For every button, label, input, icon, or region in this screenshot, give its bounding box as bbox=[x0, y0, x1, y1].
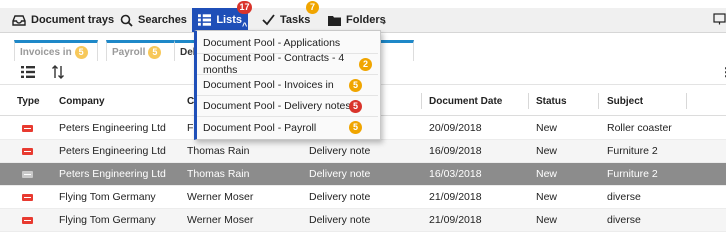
cell-contact: F bbox=[187, 122, 194, 134]
cell-status: New bbox=[536, 145, 558, 157]
cell-subject: diverse bbox=[607, 191, 641, 203]
cell-company: Peters Engineering Ltd bbox=[59, 122, 166, 134]
cell-contact: Thomas Rain bbox=[187, 168, 250, 180]
cell-status: New bbox=[536, 122, 558, 134]
folders-chevron-down-icon[interactable]: ⌄ bbox=[380, 16, 388, 27]
document-trays-label: Document trays bbox=[31, 14, 115, 26]
table-row[interactable]: Peters Engineering Ltd Thomas Rain Deliv… bbox=[0, 140, 726, 163]
menu-item-label: Document Pool - Delivery notes bbox=[203, 100, 351, 112]
cell-status: New bbox=[536, 191, 558, 203]
cell-company: Peters Engineering Ltd bbox=[59, 145, 166, 157]
cell-company: Flying Tom Germany bbox=[59, 191, 156, 203]
cell-contact: Werner Moser bbox=[187, 214, 254, 226]
cell-subject: Roller coaster bbox=[607, 122, 672, 134]
menu-item-applications[interactable]: Document Pool - Applications bbox=[197, 33, 378, 54]
cell-document-date: 21/09/2018 bbox=[429, 191, 482, 203]
cell-contact: Thomas Rain bbox=[187, 145, 250, 157]
tab-invoices-in[interactable]: Invoices in 5 bbox=[14, 40, 98, 61]
column-header-document-date[interactable]: Document Date bbox=[429, 87, 502, 115]
search-icon bbox=[120, 14, 133, 27]
folder-icon bbox=[328, 15, 341, 26]
pdf-icon bbox=[22, 124, 33, 132]
column-header-subject[interactable]: Subject bbox=[607, 87, 643, 115]
cell-document-type: Delivery note bbox=[309, 145, 371, 157]
menu-item-label: Document Pool - Contracts - 4 months bbox=[203, 52, 345, 76]
menu-item-label: Document Pool - Applications bbox=[203, 37, 341, 49]
document-trays-button[interactable]: Document trays bbox=[12, 8, 114, 32]
menu-item-label: Document Pool - Payroll bbox=[203, 121, 317, 134]
tab-label: Invoices in bbox=[20, 46, 72, 58]
tasks-label: Tasks bbox=[280, 14, 311, 26]
cell-document-type: Delivery note bbox=[309, 191, 371, 203]
list-icon bbox=[198, 14, 212, 26]
menu-item-badge: 5 bbox=[349, 79, 362, 92]
list-view-icon[interactable] bbox=[21, 66, 35, 78]
searches-button[interactable]: Searches bbox=[120, 8, 187, 32]
column-divider[interactable] bbox=[421, 93, 422, 109]
searches-label: Searches bbox=[138, 14, 187, 26]
checkmark-icon bbox=[262, 14, 275, 26]
lists-dropdown-menu: Document Pool - Applications Document Po… bbox=[194, 30, 381, 140]
tab-label: Payroll bbox=[112, 46, 146, 58]
cell-document-date: 16/03/2018 bbox=[429, 168, 482, 180]
pdf-icon bbox=[22, 147, 33, 155]
tasks-count-badge: 7 bbox=[306, 1, 319, 14]
pdf-icon bbox=[22, 170, 33, 178]
menu-item-badge: 2 bbox=[359, 58, 372, 71]
column-divider[interactable] bbox=[528, 93, 529, 109]
sort-icon[interactable] bbox=[52, 65, 64, 79]
cell-status: New bbox=[536, 214, 558, 226]
tray-icon bbox=[12, 15, 26, 26]
column-divider[interactable] bbox=[686, 93, 687, 109]
tasks-button[interactable]: Tasks 7 bbox=[262, 1, 319, 32]
menu-item-label: Document Pool - Invoices in bbox=[203, 79, 334, 91]
lists-count-badge: 17 bbox=[237, 1, 252, 14]
pdf-icon bbox=[22, 216, 33, 224]
more-options-icon[interactable]: ⋮ bbox=[720, 65, 726, 79]
cell-subject: diverse bbox=[607, 214, 641, 226]
cell-document-date: 16/09/2018 bbox=[429, 145, 482, 157]
tab-payroll[interactable]: Payroll 5 bbox=[106, 40, 178, 61]
table-row[interactable]: Flying Tom Germany Werner Moser Delivery… bbox=[0, 186, 726, 209]
column-divider[interactable] bbox=[598, 93, 599, 109]
menu-item-payroll[interactable]: Document Pool - Payroll 5 bbox=[197, 117, 378, 138]
cell-document-date: 20/09/2018 bbox=[429, 122, 482, 134]
tab-badge: 5 bbox=[148, 45, 162, 59]
cell-company: Peters Engineering Ltd bbox=[59, 168, 166, 180]
cell-document-date: 21/09/2018 bbox=[429, 214, 482, 226]
lists-button[interactable]: Lists 17 ^ bbox=[192, 1, 252, 32]
cell-document-type: Delivery note bbox=[309, 214, 371, 226]
tab-badge: 5 bbox=[74, 45, 88, 59]
cell-company: Flying Tom Germany bbox=[59, 214, 156, 226]
pdf-icon bbox=[22, 193, 33, 201]
table-row-selected[interactable]: Peters Engineering Ltd Thomas Rain Deliv… bbox=[0, 163, 726, 186]
window-icon[interactable] bbox=[713, 13, 726, 25]
menu-item-contracts[interactable]: Document Pool - Contracts - 4 months 2 bbox=[197, 52, 378, 76]
table-row[interactable]: Flying Tom Germany Werner Moser Delivery… bbox=[0, 209, 726, 232]
folders-button[interactable]: Folders ⌄ bbox=[328, 8, 388, 32]
menu-item-badge: 5 bbox=[349, 100, 362, 113]
lists-label: Lists bbox=[216, 14, 242, 26]
menu-item-badge: 5 bbox=[349, 121, 362, 134]
column-header-type[interactable]: Type bbox=[17, 87, 40, 115]
cell-status: New bbox=[536, 168, 558, 180]
column-header-company[interactable]: Company bbox=[59, 87, 105, 115]
cell-document-type: Delivery note bbox=[309, 168, 371, 180]
menu-item-invoices-in[interactable]: Document Pool - Invoices in 5 bbox=[197, 75, 378, 96]
column-header-status[interactable]: Status bbox=[536, 87, 567, 115]
cell-subject: Furniture 2 bbox=[607, 145, 658, 157]
cell-subject: Furniture 2 bbox=[607, 168, 658, 180]
menu-item-delivery-notes[interactable]: Document Pool - Delivery notes 5 bbox=[197, 96, 378, 117]
cell-contact: Werner Moser bbox=[187, 191, 254, 203]
